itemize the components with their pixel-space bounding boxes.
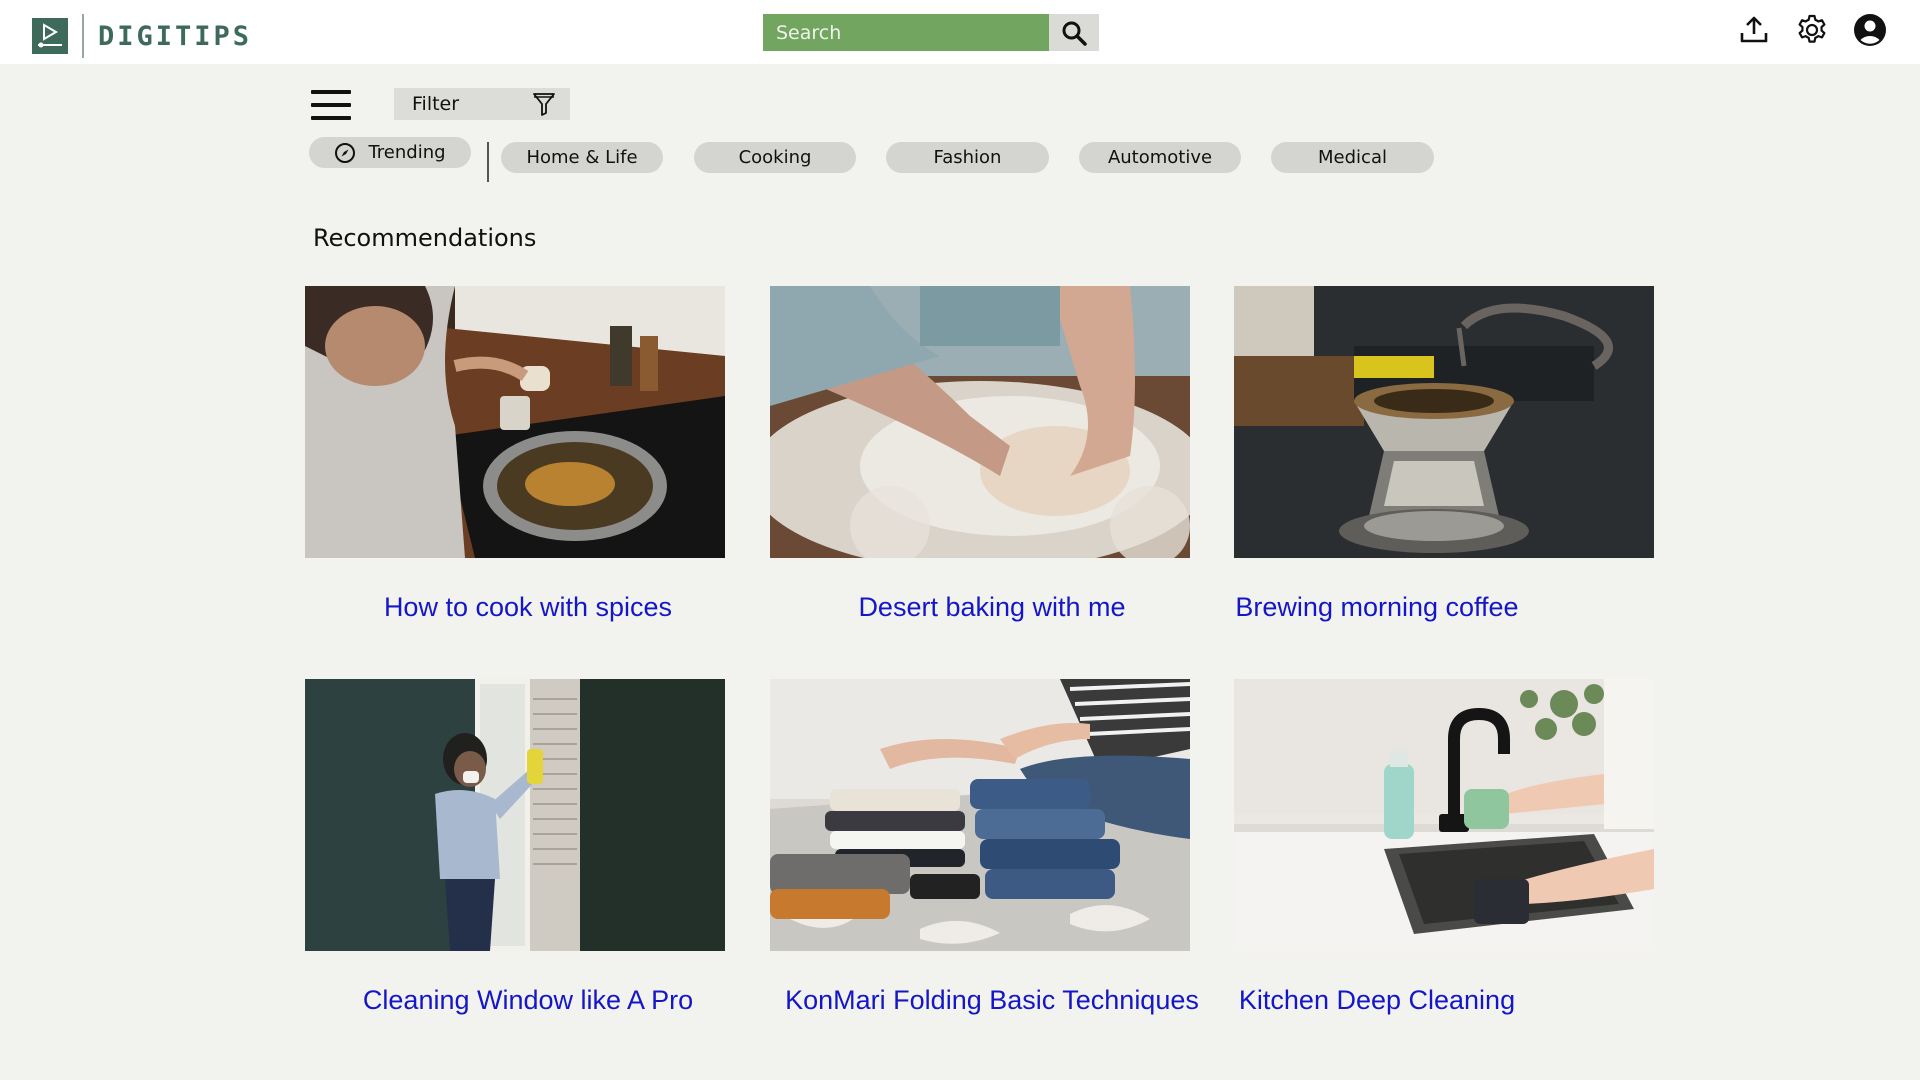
app-name: DIGITIPS: [98, 20, 253, 52]
category-chip-trending[interactable]: Trending: [309, 137, 471, 168]
top-bar: DIGITIPS: [0, 0, 1920, 64]
video-title-link[interactable]: KonMari Folding Basic Techniques: [785, 985, 1199, 1016]
upload-icon[interactable]: [1736, 12, 1772, 48]
video-title-link[interactable]: Kitchen Deep Cleaning: [1239, 985, 1515, 1016]
settings-icon[interactable]: [1794, 12, 1830, 48]
chip-label: Fashion: [933, 147, 1002, 168]
search-button[interactable]: [1049, 14, 1099, 51]
video-card[interactable]: KonMari Folding Basic Techniques: [770, 679, 1199, 1015]
video-thumbnail[interactable]: [1234, 286, 1654, 558]
menu-icon[interactable]: [311, 90, 351, 120]
chip-label: Home & Life: [526, 147, 638, 168]
video-thumbnail[interactable]: [770, 286, 1190, 558]
search-input[interactable]: [763, 14, 1049, 51]
category-chip-home-life[interactable]: Home & Life: [501, 142, 663, 173]
chip-label: Trending: [368, 142, 446, 163]
video-thumbnail[interactable]: [770, 679, 1190, 951]
video-card[interactable]: Kitchen Deep Cleaning: [1234, 679, 1654, 1015]
video-title-link[interactable]: Brewing morning coffee: [1235, 592, 1518, 623]
chip-divider: [487, 142, 489, 182]
category-chip-fashion[interactable]: Fashion: [886, 142, 1049, 173]
chip-label: Cooking: [738, 147, 812, 168]
video-card[interactable]: Desert baking with me: [770, 286, 1190, 622]
video-card[interactable]: How to cook with spices: [305, 286, 725, 622]
video-title-link[interactable]: How to cook with spices: [384, 592, 672, 623]
compass-icon: [335, 142, 356, 163]
category-chip-medical[interactable]: Medical: [1271, 142, 1434, 173]
video-thumbnail[interactable]: [1234, 679, 1654, 951]
filter-label: Filter: [412, 93, 460, 115]
video-card[interactable]: Cleaning Window like A Pro: [305, 679, 725, 1015]
logo[interactable]: DIGITIPS: [32, 14, 252, 58]
section-title: Recommendations: [313, 224, 537, 252]
video-card[interactable]: Brewing morning coffee: [1234, 286, 1654, 622]
chip-label: Medical: [1318, 147, 1387, 168]
filter-button[interactable]: Filter: [394, 88, 570, 120]
account-icon[interactable]: [1852, 12, 1888, 48]
video-title-link[interactable]: Cleaning Window like A Pro: [363, 985, 693, 1016]
video-title-link[interactable]: Desert baking with me: [858, 592, 1125, 623]
category-chip-automotive[interactable]: Automotive: [1079, 142, 1241, 173]
video-thumbnail[interactable]: [305, 679, 725, 951]
funnel-icon: [533, 93, 555, 116]
search-bar: [763, 14, 1099, 51]
video-thumbnail[interactable]: [305, 286, 725, 558]
logo-divider: [82, 14, 84, 58]
chip-label: Automotive: [1107, 147, 1213, 168]
search-icon: [1062, 21, 1087, 46]
play-logo-icon: [32, 18, 68, 54]
category-chip-cooking[interactable]: Cooking: [694, 142, 856, 173]
